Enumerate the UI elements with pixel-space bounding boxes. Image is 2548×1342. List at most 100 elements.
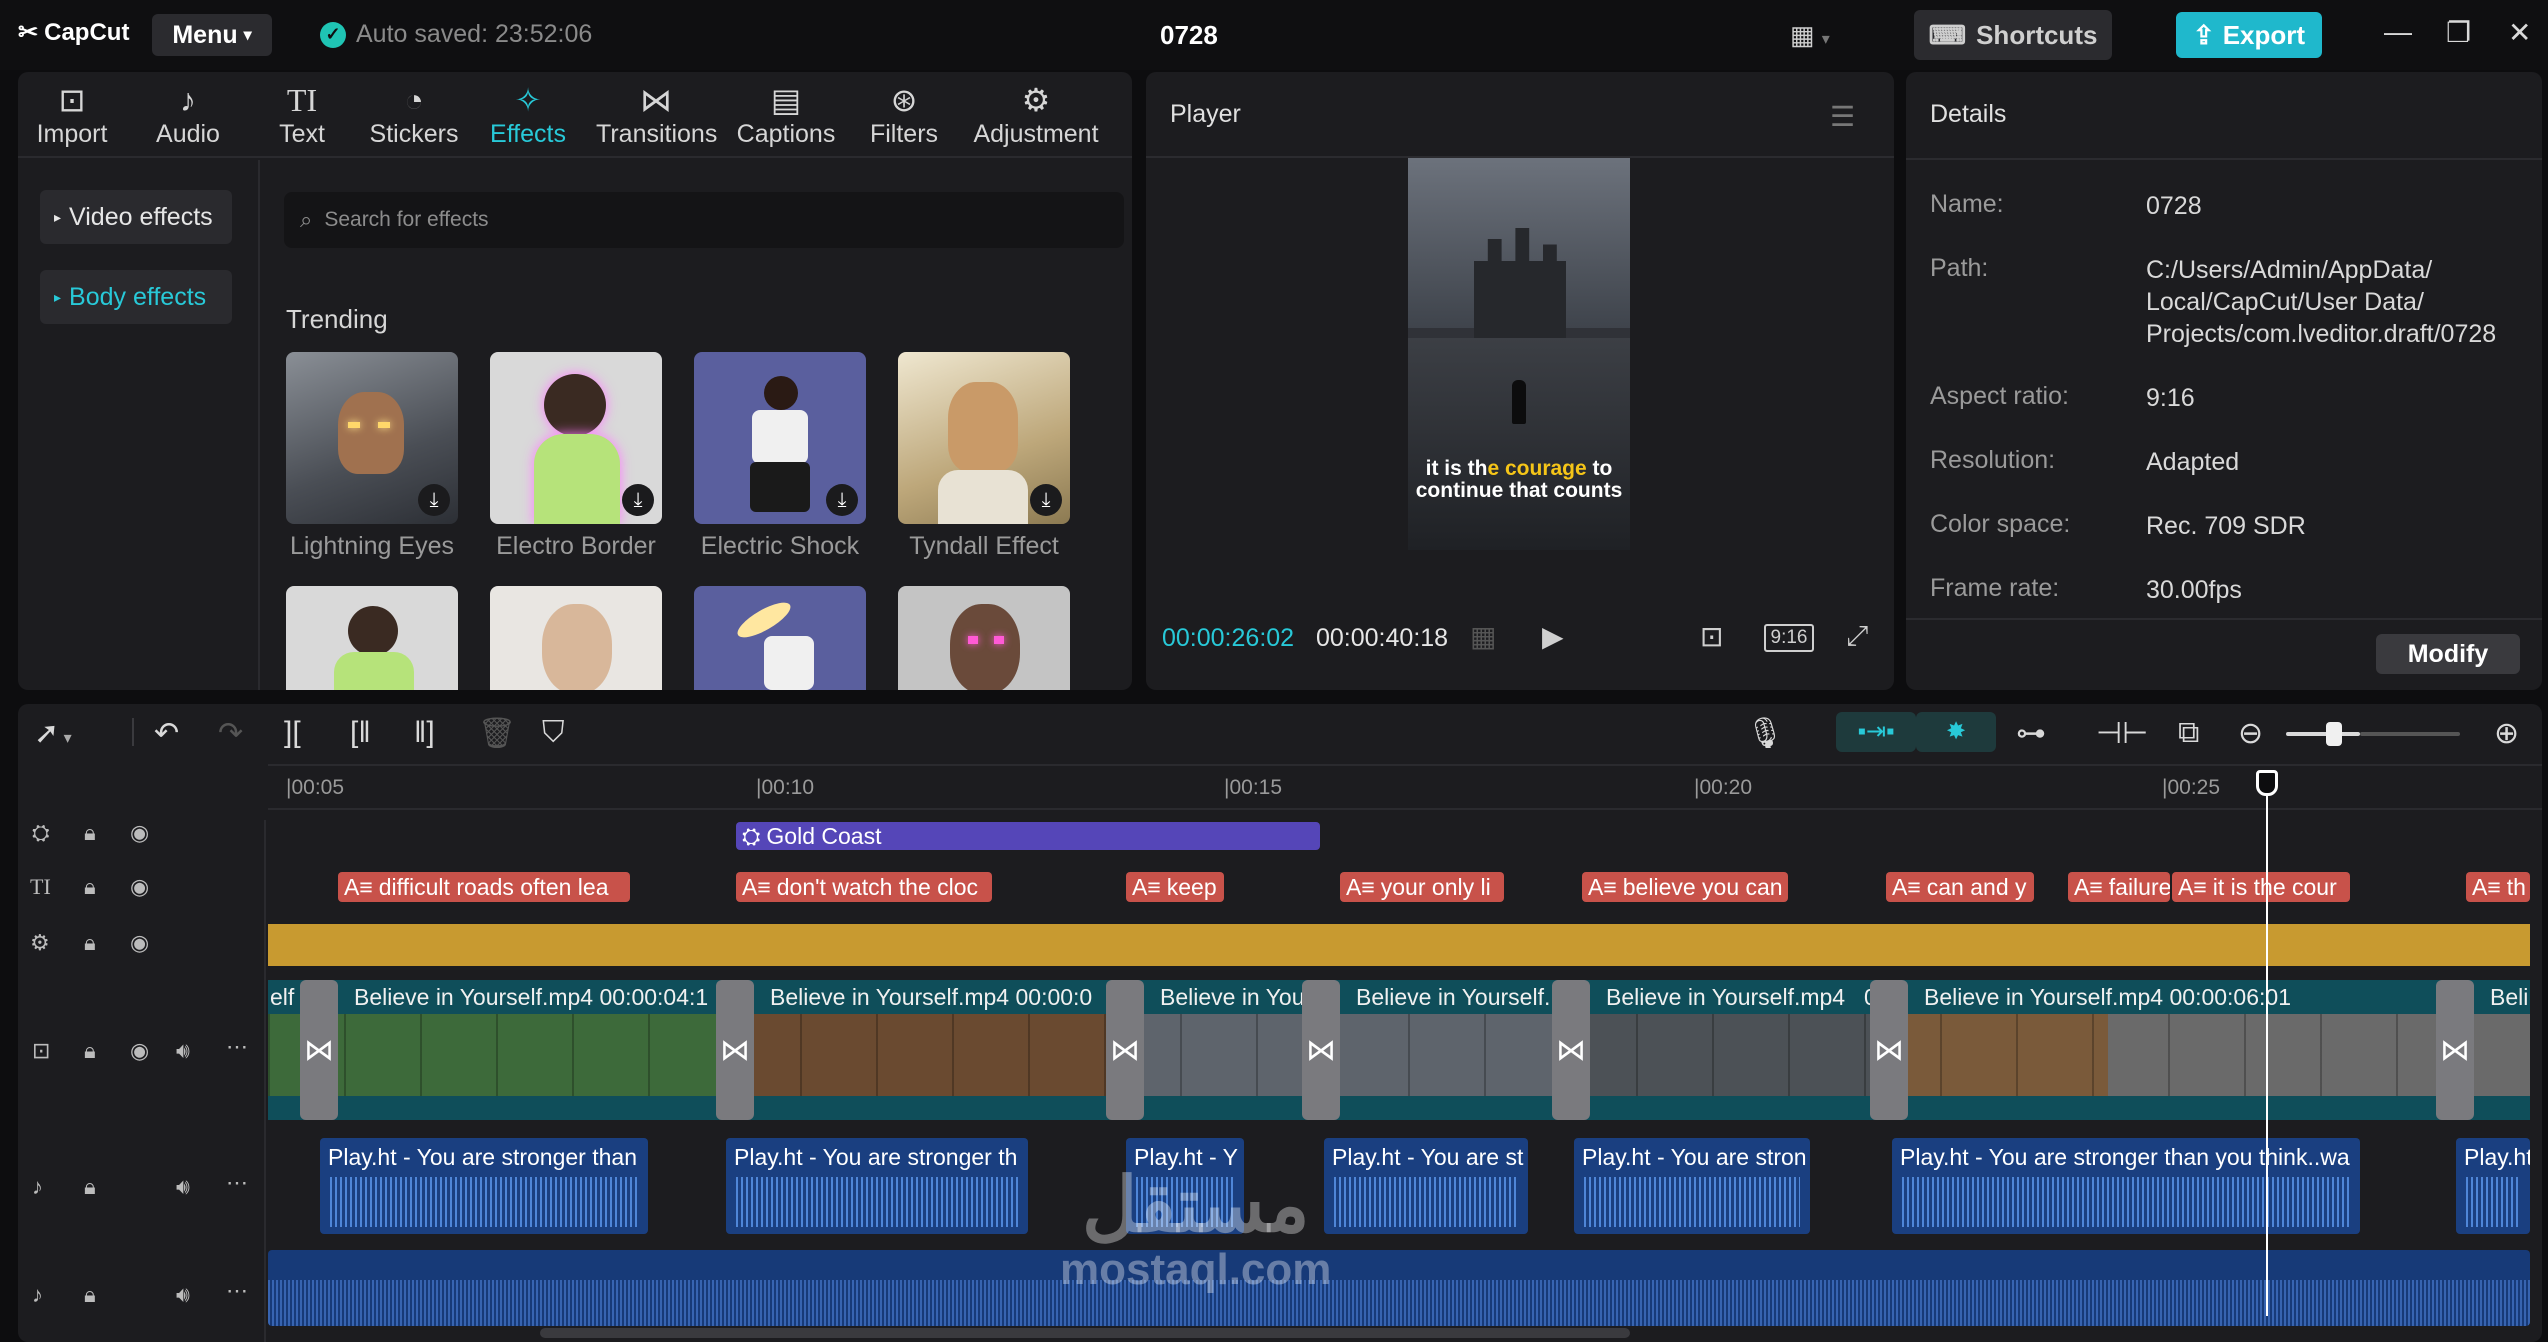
text-clip[interactable]: A≡ th bbox=[2466, 872, 2530, 902]
download-icon[interactable]: ⤓ bbox=[1030, 484, 1062, 516]
zoom-slider-handle[interactable] bbox=[2326, 722, 2342, 746]
more-icon[interactable]: ⋯ bbox=[226, 1278, 248, 1304]
transition-icon[interactable]: ⋈ bbox=[1552, 980, 1590, 1120]
transition-icon[interactable]: ⋈ bbox=[2436, 980, 2474, 1120]
effect-thumb-electric-shock[interactable]: ⤓ bbox=[694, 352, 866, 524]
playhead-handle[interactable] bbox=[2256, 770, 2278, 796]
tab-captions[interactable]: ▤ Captions bbox=[726, 80, 846, 149]
tab-adjustment[interactable]: ⚙ Adjustment bbox=[966, 80, 1106, 149]
menu-button[interactable]: Menu ▾ bbox=[152, 14, 272, 56]
volume-icon[interactable]: 🔊︎ bbox=[176, 1174, 190, 1200]
text-clip[interactable]: A≡ can and y bbox=[1886, 872, 2034, 902]
split-icon[interactable]: ][ bbox=[284, 716, 301, 750]
audio-clip[interactable]: Play.ht - You are st bbox=[1324, 1138, 1528, 1234]
eye-icon[interactable]: ◉ bbox=[130, 820, 149, 846]
screenshot-icon[interactable]: ⧉ bbox=[2178, 716, 2199, 750]
more-icon[interactable]: ⋯ bbox=[226, 1034, 248, 1060]
timeline-grid-icon[interactable]: ▦ bbox=[1470, 620, 1496, 653]
layout-icon[interactable]: ▦ ▾ bbox=[1790, 20, 1830, 51]
effects-search-input[interactable]: ⌕ Search for effects bbox=[284, 192, 1124, 248]
audio-clip[interactable]: Play.ht - You are stronger th bbox=[726, 1138, 1028, 1234]
export-button[interactable]: ⇪ Export bbox=[2176, 12, 2322, 58]
auto-snap-icon[interactable]: ✸ bbox=[1916, 712, 1996, 752]
effect-thumb-lightning-eyes[interactable]: ⤓ bbox=[286, 352, 458, 524]
effect-thumb-tyndall-effect[interactable]: ⤓ bbox=[898, 352, 1070, 524]
eye-icon[interactable]: ◉ bbox=[130, 874, 149, 900]
minimize-icon[interactable]: — bbox=[2384, 16, 2412, 48]
shortcuts-button[interactable]: ⌨ Shortcuts bbox=[1914, 10, 2112, 60]
transition-icon[interactable]: ⋈ bbox=[716, 980, 754, 1120]
eye-icon[interactable]: ◉ bbox=[130, 930, 149, 956]
download-icon[interactable]: ⤓ bbox=[622, 484, 654, 516]
tab-text[interactable]: TI Text bbox=[242, 80, 362, 149]
main-track-magnet-icon[interactable]: ▪⇥▪ bbox=[1836, 712, 1916, 752]
fullscreen-icon[interactable]: ⤢ bbox=[1846, 620, 1868, 653]
music-clip[interactable] bbox=[268, 1250, 2530, 1326]
tab-import[interactable]: ⊡ Import bbox=[12, 80, 132, 149]
play-icon[interactable]: ▶ bbox=[1542, 620, 1564, 653]
close-icon[interactable]: ✕ bbox=[2508, 16, 2531, 49]
zoom-out-icon[interactable]: ⊖ bbox=[2238, 716, 2263, 751]
microphone-icon[interactable]: 🎙 bbox=[1746, 716, 1784, 751]
delete-icon[interactable]: 🗑 bbox=[478, 716, 516, 751]
text-clip[interactable]: A≡ failure bbox=[2068, 872, 2170, 902]
transition-icon[interactable]: ⋈ bbox=[300, 980, 338, 1120]
effect-thumb[interactable] bbox=[694, 586, 866, 690]
menu-icon[interactable]: ☰ bbox=[1830, 100, 1855, 133]
tab-effects[interactable]: ✧ Effects bbox=[468, 80, 588, 149]
shield-icon[interactable]: ⛉ bbox=[542, 716, 565, 750]
effect-thumb[interactable] bbox=[286, 586, 458, 690]
ratio-button[interactable]: 9:16 bbox=[1764, 624, 1814, 652]
tab-transitions[interactable]: ⋈ Transitions bbox=[596, 80, 717, 149]
lock-icon[interactable]: 🔒︎ bbox=[84, 874, 96, 900]
tab-filters[interactable]: ⊛ Filters bbox=[844, 80, 964, 149]
tab-stickers[interactable]: ◔ Stickers bbox=[354, 80, 474, 149]
lock-icon[interactable]: 🔒︎ bbox=[84, 1174, 96, 1200]
effect-thumb[interactable] bbox=[490, 586, 662, 690]
lock-icon[interactable]: 🔒︎ bbox=[84, 930, 96, 956]
transition-icon[interactable]: ⋈ bbox=[1106, 980, 1144, 1120]
effect-thumb[interactable] bbox=[898, 586, 1070, 690]
select-cursor-icon[interactable]: ➚ ▾ bbox=[34, 716, 72, 751]
text-clip[interactable]: A≡ keep bbox=[1126, 872, 1224, 902]
text-clip[interactable]: A≡ difficult roads often lea bbox=[338, 872, 630, 902]
effect-clip[interactable]: ⛭ Gold Coast bbox=[736, 822, 1320, 850]
redo-icon[interactable]: ↷ bbox=[218, 716, 243, 751]
text-clip[interactable]: A≡ believe you can bbox=[1582, 872, 1788, 902]
volume-icon[interactable]: 🔊︎ bbox=[176, 1282, 190, 1308]
audio-clip[interactable]: Play.ht bbox=[2456, 1138, 2530, 1234]
split-left-icon[interactable]: [‖ bbox=[350, 716, 371, 750]
lock-icon[interactable]: 🔒︎ bbox=[84, 1282, 96, 1308]
eye-icon[interactable]: ◉ bbox=[130, 1038, 149, 1064]
zoom-in-icon[interactable]: ⊕ bbox=[2494, 716, 2519, 751]
text-clip[interactable]: A≡ don't watch the cloc bbox=[736, 872, 992, 902]
transition-icon[interactable]: ⋈ bbox=[1870, 980, 1908, 1120]
volume-icon[interactable]: 🔊︎ bbox=[176, 1038, 190, 1064]
modify-button[interactable]: Modify bbox=[2376, 634, 2520, 674]
lock-icon[interactable]: 🔒︎ bbox=[84, 1038, 96, 1064]
maximize-icon[interactable]: ❐ bbox=[2446, 16, 2471, 49]
playhead[interactable] bbox=[2266, 772, 2268, 1316]
link-icon[interactable]: ⊶ bbox=[2016, 716, 2046, 751]
sidebar-item-video-effects[interactable]: ▸ Video effects bbox=[40, 190, 232, 244]
audio-clip[interactable]: Play.ht - You are stron bbox=[1574, 1138, 1810, 1234]
sidebar-item-body-effects[interactable]: ▸ Body effects bbox=[40, 270, 232, 324]
audio-clip[interactable]: Play.ht - You are stronger than you thin… bbox=[1892, 1138, 2360, 1234]
preview-axis-icon[interactable]: ⊣⊢ bbox=[2096, 716, 2148, 751]
adjustment-clip[interactable] bbox=[268, 924, 2530, 966]
download-icon[interactable]: ⤓ bbox=[826, 484, 858, 516]
text-clip[interactable]: A≡ it is the cour bbox=[2172, 872, 2350, 902]
undo-icon[interactable]: ↶ bbox=[154, 716, 179, 751]
zoom-slider-track[interactable] bbox=[2360, 732, 2460, 736]
transition-icon[interactable]: ⋈ bbox=[1302, 980, 1340, 1120]
lock-icon[interactable]: 🔒︎ bbox=[84, 820, 96, 846]
text-clip[interactable]: A≡ your only li bbox=[1340, 872, 1504, 902]
download-icon[interactable]: ⤓ bbox=[418, 484, 450, 516]
effect-thumb-electro-border[interactable]: ⤓ bbox=[490, 352, 662, 524]
timeline-scrollbar[interactable] bbox=[540, 1328, 1630, 1338]
more-icon[interactable]: ⋯ bbox=[226, 1170, 248, 1196]
split-right-icon[interactable]: ‖] bbox=[414, 716, 435, 750]
audio-clip[interactable]: Play.ht - You are stronger than bbox=[320, 1138, 648, 1234]
fit-screen-icon[interactable]: ⊡ bbox=[1700, 620, 1723, 653]
tab-audio[interactable]: ♪ Audio bbox=[128, 80, 248, 149]
